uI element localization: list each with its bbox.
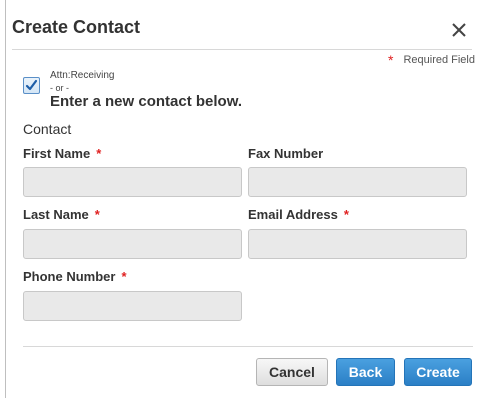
fax-number-label: Fax Number — [248, 146, 323, 161]
email-address-input[interactable] — [248, 229, 467, 259]
phone-number-input[interactable] — [23, 291, 242, 321]
back-button[interactable]: Back — [336, 358, 395, 386]
footer-divider — [23, 346, 473, 347]
first-name-required-star: * — [96, 146, 102, 161]
create-button[interactable]: Create — [404, 358, 472, 386]
email-address-label-text: Email Address — [248, 207, 338, 222]
required-field-note: * Required Field — [388, 52, 475, 68]
create-contact-dialog: Create Contact * Required Field Attn:Rece… — [0, 0, 484, 398]
required-field-text: Required Field — [403, 54, 475, 66]
email-address-required-star: * — [343, 207, 349, 222]
last-name-required-star: * — [94, 207, 100, 222]
attn-receiving-label: Attn:Receiving — [50, 70, 115, 81]
attn-receiving-checkbox[interactable] — [23, 77, 40, 94]
dialog-left-border — [5, 0, 6, 398]
or-separator: - or - — [50, 83, 69, 93]
required-star: * — [388, 52, 394, 68]
new-contact-instruction: Enter a new contact below. — [50, 93, 242, 110]
last-name-input[interactable] — [23, 229, 242, 259]
email-address-label: Email Address * — [248, 207, 349, 222]
fax-number-input[interactable] — [248, 167, 467, 197]
dialog-title: Create Contact — [12, 17, 141, 37]
phone-number-required-star: * — [121, 269, 127, 284]
phone-number-label-text: Phone Number — [23, 269, 116, 284]
first-name-label-text: First Name — [23, 146, 91, 161]
last-name-label-text: Last Name — [23, 207, 89, 222]
last-name-label: Last Name * — [23, 207, 100, 222]
first-name-input[interactable] — [23, 167, 242, 197]
fax-number-label-text: Fax Number — [248, 146, 324, 161]
contact-section-title: Contact — [23, 121, 72, 137]
checkmark-icon — [25, 79, 38, 91]
first-name-label: First Name * — [23, 146, 101, 161]
cancel-button[interactable]: Cancel — [256, 358, 328, 386]
phone-number-label: Phone Number * — [23, 269, 127, 284]
close-icon[interactable] — [449, 20, 469, 40]
title-divider — [12, 49, 472, 50]
